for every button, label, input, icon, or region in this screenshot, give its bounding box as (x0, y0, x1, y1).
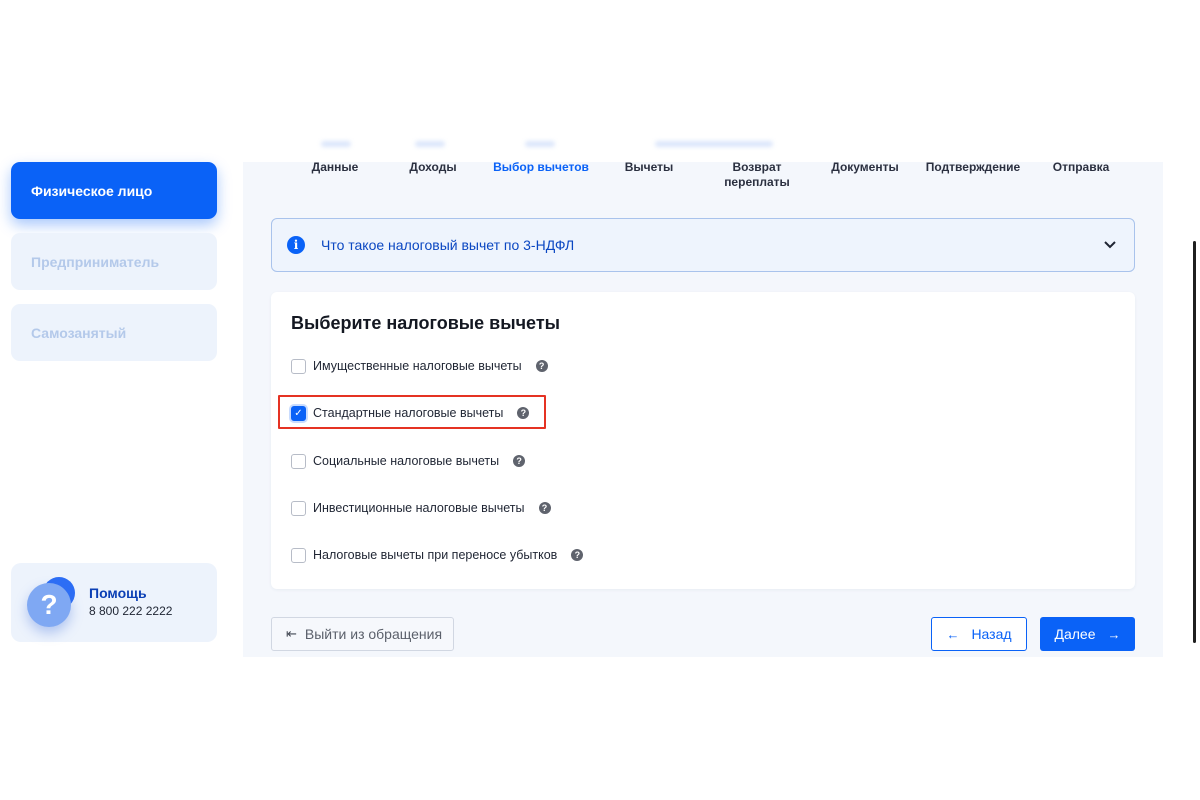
next-button-label: Далее (1054, 626, 1096, 642)
checkbox[interactable] (291, 453, 306, 469)
sidebar-item-label: Самозанятый (31, 324, 127, 341)
option-social[interactable]: Социальные налоговые вычеты ? (291, 451, 526, 471)
info-accordion-title: Что такое налоговый вычет по 3-НДФЛ (321, 237, 575, 253)
help-card[interactable]: ? Помощь 8 800 222 2222 (11, 563, 217, 642)
exit-button[interactable]: ⇤ Выйти из обращения (271, 617, 454, 651)
sidebar-item-individual[interactable]: Физическое лицо (11, 162, 217, 219)
checkbox-checked[interactable]: ✓ (291, 405, 306, 421)
help-icon[interactable]: ? (538, 502, 551, 514)
sidebar-item-self-employed[interactable]: Самозанятый (11, 304, 217, 361)
help-phone: 8 800 222 2222 (89, 604, 173, 618)
question-icon: ? (27, 577, 81, 627)
exit-icon: ⇤ (286, 626, 297, 641)
option-investment[interactable]: Инвестиционные налоговые вычеты ? (291, 498, 551, 518)
help-icon[interactable]: ? (571, 549, 584, 561)
option-loss-carryforward[interactable]: Налоговые вычеты при переносе убытков ? (291, 545, 584, 565)
option-standard[interactable]: ✓ Стандартные налоговые вычеты ? (291, 403, 530, 423)
sidebar-item-label: Физическое лицо (31, 182, 153, 199)
info-accordion[interactable]: i Что такое налоговый вычет по 3-НДФЛ (271, 218, 1135, 272)
stepper: Данные Доходы Выбор вычетов Вычеты Возвр… (243, 141, 1163, 193)
option-label: Социальные налоговые вычеты (313, 454, 500, 468)
step-sending[interactable]: Отправка (1027, 160, 1135, 175)
step-confirmation[interactable]: Подтверждение (919, 160, 1027, 175)
step-choose-deductions[interactable]: Выбор вычетов (487, 160, 595, 175)
checkbox[interactable] (291, 358, 306, 374)
chevron-down-icon (1104, 241, 1116, 249)
checkbox[interactable] (291, 500, 306, 516)
card-title: Выберите налоговые вычеты (291, 313, 561, 333)
step-data[interactable]: Данные (281, 160, 389, 175)
step-income[interactable]: Доходы (379, 160, 487, 175)
help-icon[interactable]: ? (513, 455, 526, 467)
sidebar-item-label: Предприниматель (31, 253, 160, 270)
step-deductions[interactable]: Вычеты (595, 160, 703, 175)
main-content: Данные Доходы Выбор вычетов Вычеты Возвр… (243, 141, 1163, 657)
sidebar-item-entrepreneur[interactable]: Предприниматель (11, 233, 217, 290)
arrow-left-icon: ← (946, 626, 960, 642)
step-refund[interactable]: Возврат переплаты (703, 160, 811, 190)
option-label: Имущественные налоговые вычеты (313, 359, 522, 373)
info-icon: i (287, 236, 305, 254)
option-label: Налоговые вычеты при переносе убытков (313, 548, 558, 562)
checkbox[interactable] (291, 547, 306, 563)
help-icon[interactable]: ? (517, 407, 530, 419)
app-window: Физическое лицо Предприниматель Самозаня… (0, 141, 1200, 657)
option-label: Стандартные налоговые вычеты (313, 406, 504, 420)
next-button[interactable]: Далее → (1040, 617, 1135, 651)
option-label: Инвестиционные налоговые вычеты (313, 501, 525, 515)
back-button-label: Назад (971, 626, 1012, 642)
exit-button-label: Выйти из обращения (304, 626, 443, 642)
deductions-card: Выберите налоговые вычеты Имущественные … (271, 292, 1135, 589)
option-property[interactable]: Имущественные налоговые вычеты ? (291, 356, 548, 376)
arrow-right-icon: → (1107, 626, 1121, 642)
back-button[interactable]: ← Назад (931, 617, 1027, 651)
help-title: Помощь (89, 585, 147, 601)
help-icon[interactable]: ? (535, 360, 548, 372)
step-documents[interactable]: Документы (811, 160, 919, 175)
sidebar: Физическое лицо Предприниматель Самозаня… (0, 141, 232, 657)
scrollbar[interactable] (1193, 241, 1196, 643)
